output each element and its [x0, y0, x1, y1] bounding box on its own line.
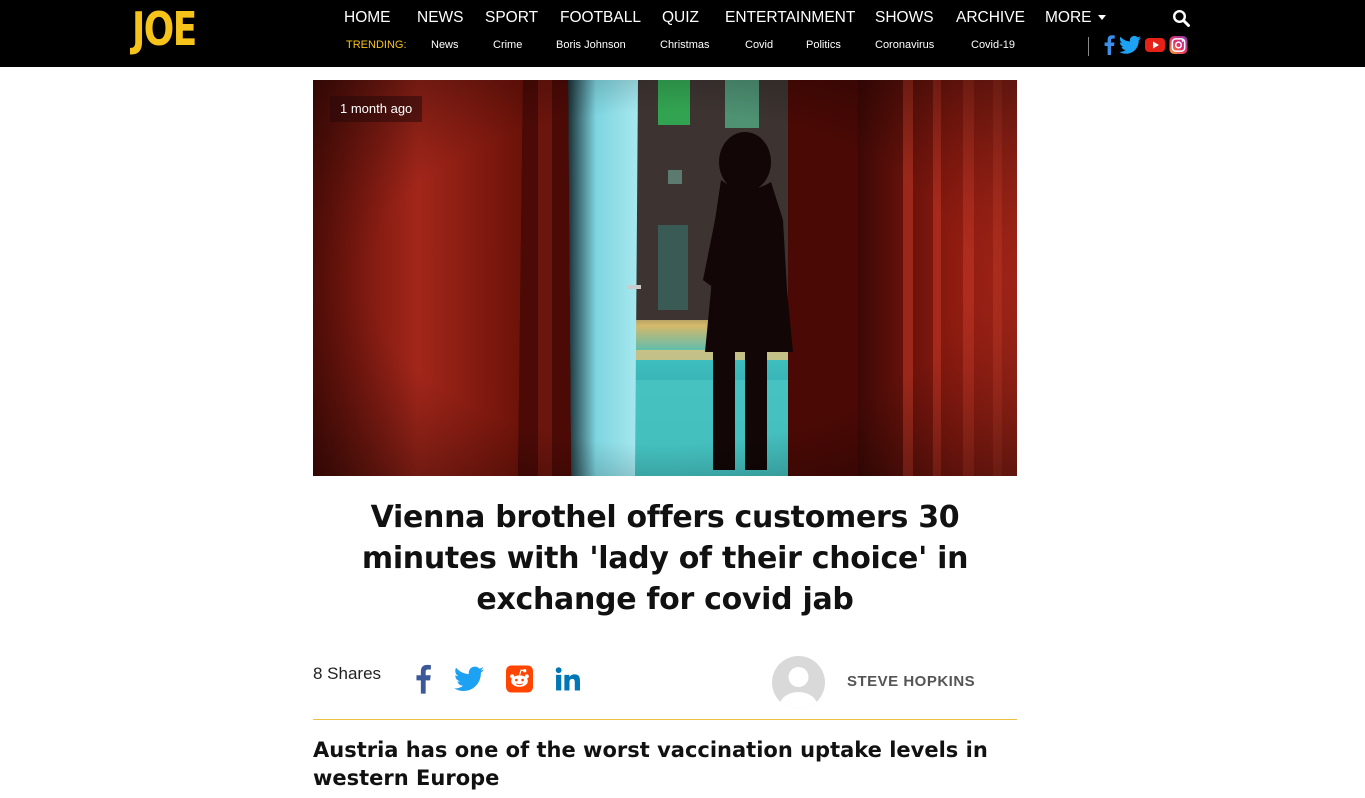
nav-entertainment[interactable]: ENTERTAINMENT [725, 9, 855, 27]
nav-archive[interactable]: ARCHIVE [956, 9, 1025, 27]
trending-crime[interactable]: Crime [493, 39, 522, 51]
trending-boris-johnson[interactable]: Boris Johnson [556, 39, 626, 51]
trending-news[interactable]: News [431, 39, 459, 51]
trending-christmas[interactable]: Christmas [660, 39, 710, 51]
site-header: JOE HOME NEWS SPORT FOOTBALL QUIZ ENTERT… [0, 0, 1365, 67]
instagram-icon[interactable] [1169, 35, 1188, 55]
nav-more-label: MORE [1045, 9, 1092, 26]
header-divider [1088, 37, 1089, 56]
nav-news[interactable]: NEWS [417, 9, 464, 27]
facebook-icon[interactable] [415, 664, 431, 694]
nav-sport[interactable]: SPORT [485, 9, 538, 27]
trending-coronavirus[interactable]: Coronavirus [875, 39, 934, 51]
caret-down-icon [1097, 15, 1106, 21]
reddit-icon[interactable] [506, 664, 533, 694]
facebook-icon[interactable] [1103, 35, 1115, 55]
youtube-icon[interactable] [1145, 35, 1165, 55]
twitter-icon[interactable] [454, 664, 484, 694]
trending-covid-19[interactable]: Covid-19 [971, 39, 1015, 51]
nav-football[interactable]: FOOTBALL [560, 9, 641, 27]
article-headline: Vienna brothel offers customers 30 minut… [361, 500, 969, 617]
author-name[interactable]: STEVE HOPKINS [847, 673, 975, 690]
trending-covid[interactable]: Covid [745, 39, 773, 51]
linkedin-icon[interactable] [555, 664, 580, 694]
article-subheading: Austria has one of the worst vaccination… [313, 738, 988, 790]
share-count: 8 Shares [313, 664, 382, 683]
trending-politics[interactable]: Politics [806, 39, 841, 51]
twitter-icon[interactable] [1119, 35, 1141, 55]
hero-image [313, 80, 1017, 476]
time-ago-badge: 1 month ago [330, 96, 423, 122]
nav-quiz[interactable]: QUIZ [662, 9, 699, 27]
nav-shows[interactable]: SHOWS [875, 9, 934, 27]
hero-photo [313, 80, 1017, 476]
user-placeholder-icon [779, 667, 818, 709]
author-avatar[interactable] [772, 656, 825, 709]
search-icon[interactable] [1172, 9, 1190, 27]
site-logo[interactable]: JOE [132, 6, 197, 52]
nav-more[interactable]: MORE [1045, 9, 1106, 27]
nav-home[interactable]: HOME [344, 9, 391, 27]
trending-label: TRENDING: [346, 39, 407, 51]
article-divider [313, 719, 1017, 720]
